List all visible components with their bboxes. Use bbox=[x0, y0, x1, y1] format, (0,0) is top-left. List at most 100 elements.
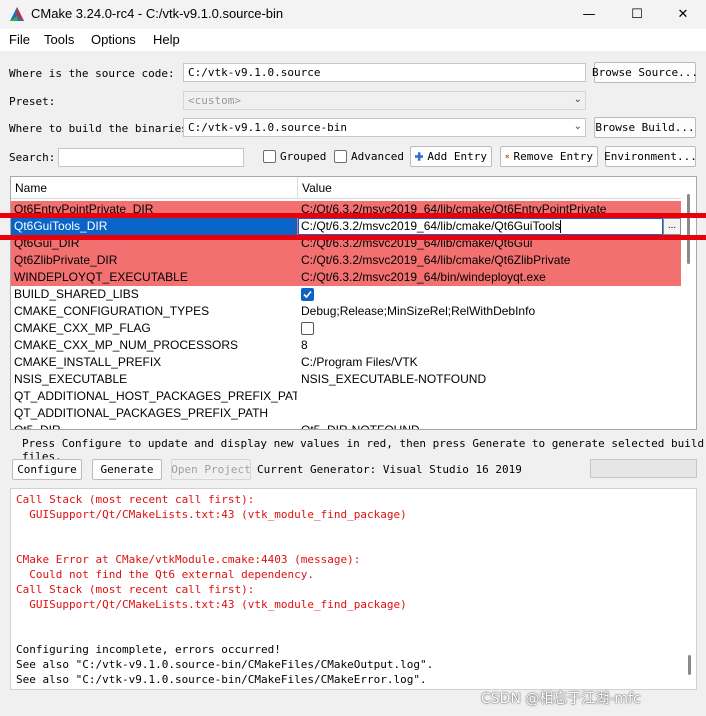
open-project-button[interactable]: Open Project bbox=[171, 459, 251, 480]
annotation-line-bottom bbox=[0, 235, 706, 240]
row-value: NSIS_EXECUTABLE-NOTFOUND bbox=[301, 372, 487, 386]
browse-path-button[interactable]: ... bbox=[663, 218, 681, 235]
environment-button[interactable]: Environment... bbox=[604, 146, 697, 167]
row-name: CMAKE_INSTALL_PREFIX bbox=[14, 355, 162, 369]
row-name: QT_ADDITIONAL_HOST_PACKAGES_PREFIX_PATH bbox=[14, 389, 297, 403]
remove-entry-button[interactable]: Remove Entry bbox=[500, 146, 598, 167]
table-row[interactable]: QT_ADDITIONAL_HOST_PACKAGES_PREFIX_PATH bbox=[11, 388, 681, 405]
minimize-button[interactable]: — bbox=[566, 0, 612, 29]
scrollbar-thumb[interactable] bbox=[687, 194, 690, 264]
close-button[interactable]: ✕ bbox=[660, 0, 706, 29]
checkbox-box bbox=[334, 150, 347, 163]
row-name: CMAKE_CXX_MP_NUM_PROCESSORS bbox=[14, 338, 239, 352]
current-generator-text: Current Generator: Visual Studio 16 2019 bbox=[257, 463, 522, 476]
log-line: GUISupport/Qt/CMakeLists.txt:43 (vtk_mod… bbox=[16, 508, 407, 521]
log-line: CMake Error at CMake/vtkModule.cmake:440… bbox=[16, 553, 361, 566]
table-row[interactable]: CMAKE_CXX_MP_NUM_PROCESSORS 8 bbox=[11, 337, 681, 354]
preset-combo[interactable]: <custom> ⌄ bbox=[183, 91, 586, 110]
row-name: Qt6GuiTools_DIR bbox=[11, 218, 297, 235]
row-value: C:/Program Files/VTK bbox=[301, 355, 418, 369]
table-header: Name Value bbox=[11, 177, 681, 199]
close-icon: ✕ bbox=[677, 7, 689, 22]
table-row[interactable]: BUILD_SHARED_LIBS bbox=[11, 286, 681, 303]
build-combo[interactable]: C:/vtk-v9.1.0.source-bin ⌄ bbox=[183, 118, 586, 137]
remove-entry-label: Remove Entry bbox=[513, 150, 593, 163]
add-entry-button[interactable]: Add Entry bbox=[410, 146, 492, 167]
row-value: C:/Qt/6.3.2/msvc2019_64/lib/cmake/Qt6Zli… bbox=[301, 253, 571, 267]
table-row-selected[interactable]: Qt6GuiTools_DIR C:/Qt/6.3.2/msvc2019_64/… bbox=[11, 218, 681, 235]
column-header-name[interactable]: Name bbox=[15, 181, 47, 195]
search-label: Search: bbox=[9, 151, 56, 164]
scrollbar-thumb[interactable] bbox=[688, 655, 691, 675]
menu-bar: File Tools Options Help bbox=[0, 29, 706, 51]
title-bar: CMake 3.24.0-rc4 - C:/vtk-v9.1.0.source-… bbox=[0, 0, 706, 29]
build-label: Where to build the binaries: bbox=[9, 122, 195, 135]
row-name: WINDEPLOYQT_EXECUTABLE bbox=[14, 270, 188, 284]
row-name: NSIS_EXECUTABLE bbox=[14, 372, 128, 386]
row-value bbox=[298, 405, 681, 422]
source-label: Where is the source code: bbox=[9, 67, 175, 80]
grouped-label: Grouped bbox=[280, 150, 327, 163]
remove-x-icon bbox=[505, 154, 510, 159]
advanced-label: Advanced bbox=[351, 150, 404, 163]
row-value bbox=[298, 388, 681, 405]
maximize-button[interactable]: ☐ bbox=[614, 0, 660, 29]
menu-help[interactable]: Help bbox=[153, 32, 180, 47]
advanced-checkbox[interactable]: Advanced bbox=[334, 150, 404, 163]
log-line: GUISupport/Qt/CMakeLists.txt:43 (vtk_mod… bbox=[16, 598, 407, 611]
row-name: QT_ADDITIONAL_PACKAGES_PREFIX_PATH bbox=[14, 406, 269, 420]
row-name: Qt5_DIR bbox=[14, 423, 61, 430]
watermark-text: CSDN @相忘于江湖-mfc bbox=[481, 691, 641, 707]
chevron-down-icon: ⌄ bbox=[573, 94, 582, 105]
browse-build-button[interactable]: Browse Build... bbox=[594, 117, 696, 138]
bool-checkbox-checked[interactable] bbox=[301, 288, 314, 301]
table-row[interactable]: NSIS_EXECUTABLE NSIS_EXECUTABLE-NOTFOUND bbox=[11, 371, 681, 388]
menu-file[interactable]: File bbox=[9, 32, 30, 47]
build-value: C:/vtk-v9.1.0.source-bin bbox=[188, 121, 347, 134]
bool-checkbox-unchecked[interactable] bbox=[301, 322, 314, 335]
row-value: Debug;Release;MinSizeRel;RelWithDebInfo bbox=[301, 304, 536, 318]
menu-options[interactable]: Options bbox=[91, 32, 136, 47]
maximize-icon: ☐ bbox=[631, 7, 643, 22]
source-input[interactable]: C:/vtk-v9.1.0.source bbox=[183, 63, 586, 82]
preset-label: Preset: bbox=[9, 95, 56, 108]
table-row[interactable]: Qt6ZlibPrivate_DIR C:/Qt/6.3.2/msvc2019_… bbox=[11, 252, 681, 269]
preset-value: <custom> bbox=[188, 94, 241, 107]
source-value: C:/vtk-v9.1.0.source bbox=[188, 66, 321, 79]
log-line: Call Stack (most recent call first): bbox=[16, 583, 255, 596]
browse-source-button[interactable]: Browse Source... bbox=[592, 62, 698, 83]
menu-tools[interactable]: Tools bbox=[44, 32, 74, 47]
table-row[interactable]: CMAKE_CXX_MP_FLAG bbox=[11, 320, 681, 337]
column-separator[interactable] bbox=[297, 177, 298, 199]
search-input[interactable] bbox=[58, 148, 244, 167]
log-line: Could not find the Qt6 external dependen… bbox=[16, 568, 315, 581]
table-row[interactable]: WINDEPLOYQT_EXECUTABLE C:/Qt/6.3.2/msvc2… bbox=[11, 269, 681, 286]
log-line: Call Stack (most recent call first): bbox=[16, 493, 255, 506]
row-value: C:/Qt/6.3.2/msvc2019_64/bin/windeployqt.… bbox=[301, 270, 546, 284]
log-line: Configuring incomplete, errors occurred! bbox=[16, 643, 281, 656]
row-name: Qt6ZlibPrivate_DIR bbox=[14, 253, 118, 267]
table-row[interactable]: QT_ADDITIONAL_PACKAGES_PREFIX_PATH bbox=[11, 405, 681, 422]
column-header-value[interactable]: Value bbox=[302, 181, 332, 195]
log-line: See also "C:/vtk-v9.1.0.source-bin/CMake… bbox=[16, 658, 434, 671]
table-row[interactable]: CMAKE_INSTALL_PREFIX C:/Program Files/VT… bbox=[11, 354, 681, 371]
log-scrollbar[interactable] bbox=[684, 489, 696, 689]
row-name: CMAKE_CXX_MP_FLAG bbox=[14, 321, 151, 335]
output-log[interactable]: Call Stack (most recent call first): GUI… bbox=[10, 488, 697, 690]
configure-button[interactable]: Configure bbox=[12, 459, 82, 480]
grouped-checkbox[interactable]: Grouped bbox=[263, 150, 326, 163]
table-row[interactable]: CMAKE_CONFIGURATION_TYPES Debug;Release;… bbox=[11, 303, 681, 320]
value-edit-input[interactable]: C:/Qt/6.3.2/msvc2019_64/lib/cmake/Qt6Gui… bbox=[298, 218, 663, 235]
row-value: 8 bbox=[301, 338, 308, 352]
text-caret bbox=[560, 220, 562, 234]
cmake-logo-icon bbox=[10, 7, 24, 21]
checkmark-icon bbox=[303, 290, 312, 299]
plus-icon bbox=[415, 152, 424, 161]
row-value: Qt5_DIR-NOTFOUND bbox=[301, 423, 420, 430]
table-row[interactable]: Qt5_DIR Qt5_DIR-NOTFOUND bbox=[11, 422, 681, 430]
add-entry-label: Add Entry bbox=[427, 150, 487, 163]
minimize-icon: — bbox=[582, 7, 596, 22]
chevron-down-icon: ⌄ bbox=[573, 121, 582, 132]
generate-button[interactable]: Generate bbox=[92, 459, 162, 480]
annotation-line-top bbox=[0, 213, 706, 218]
